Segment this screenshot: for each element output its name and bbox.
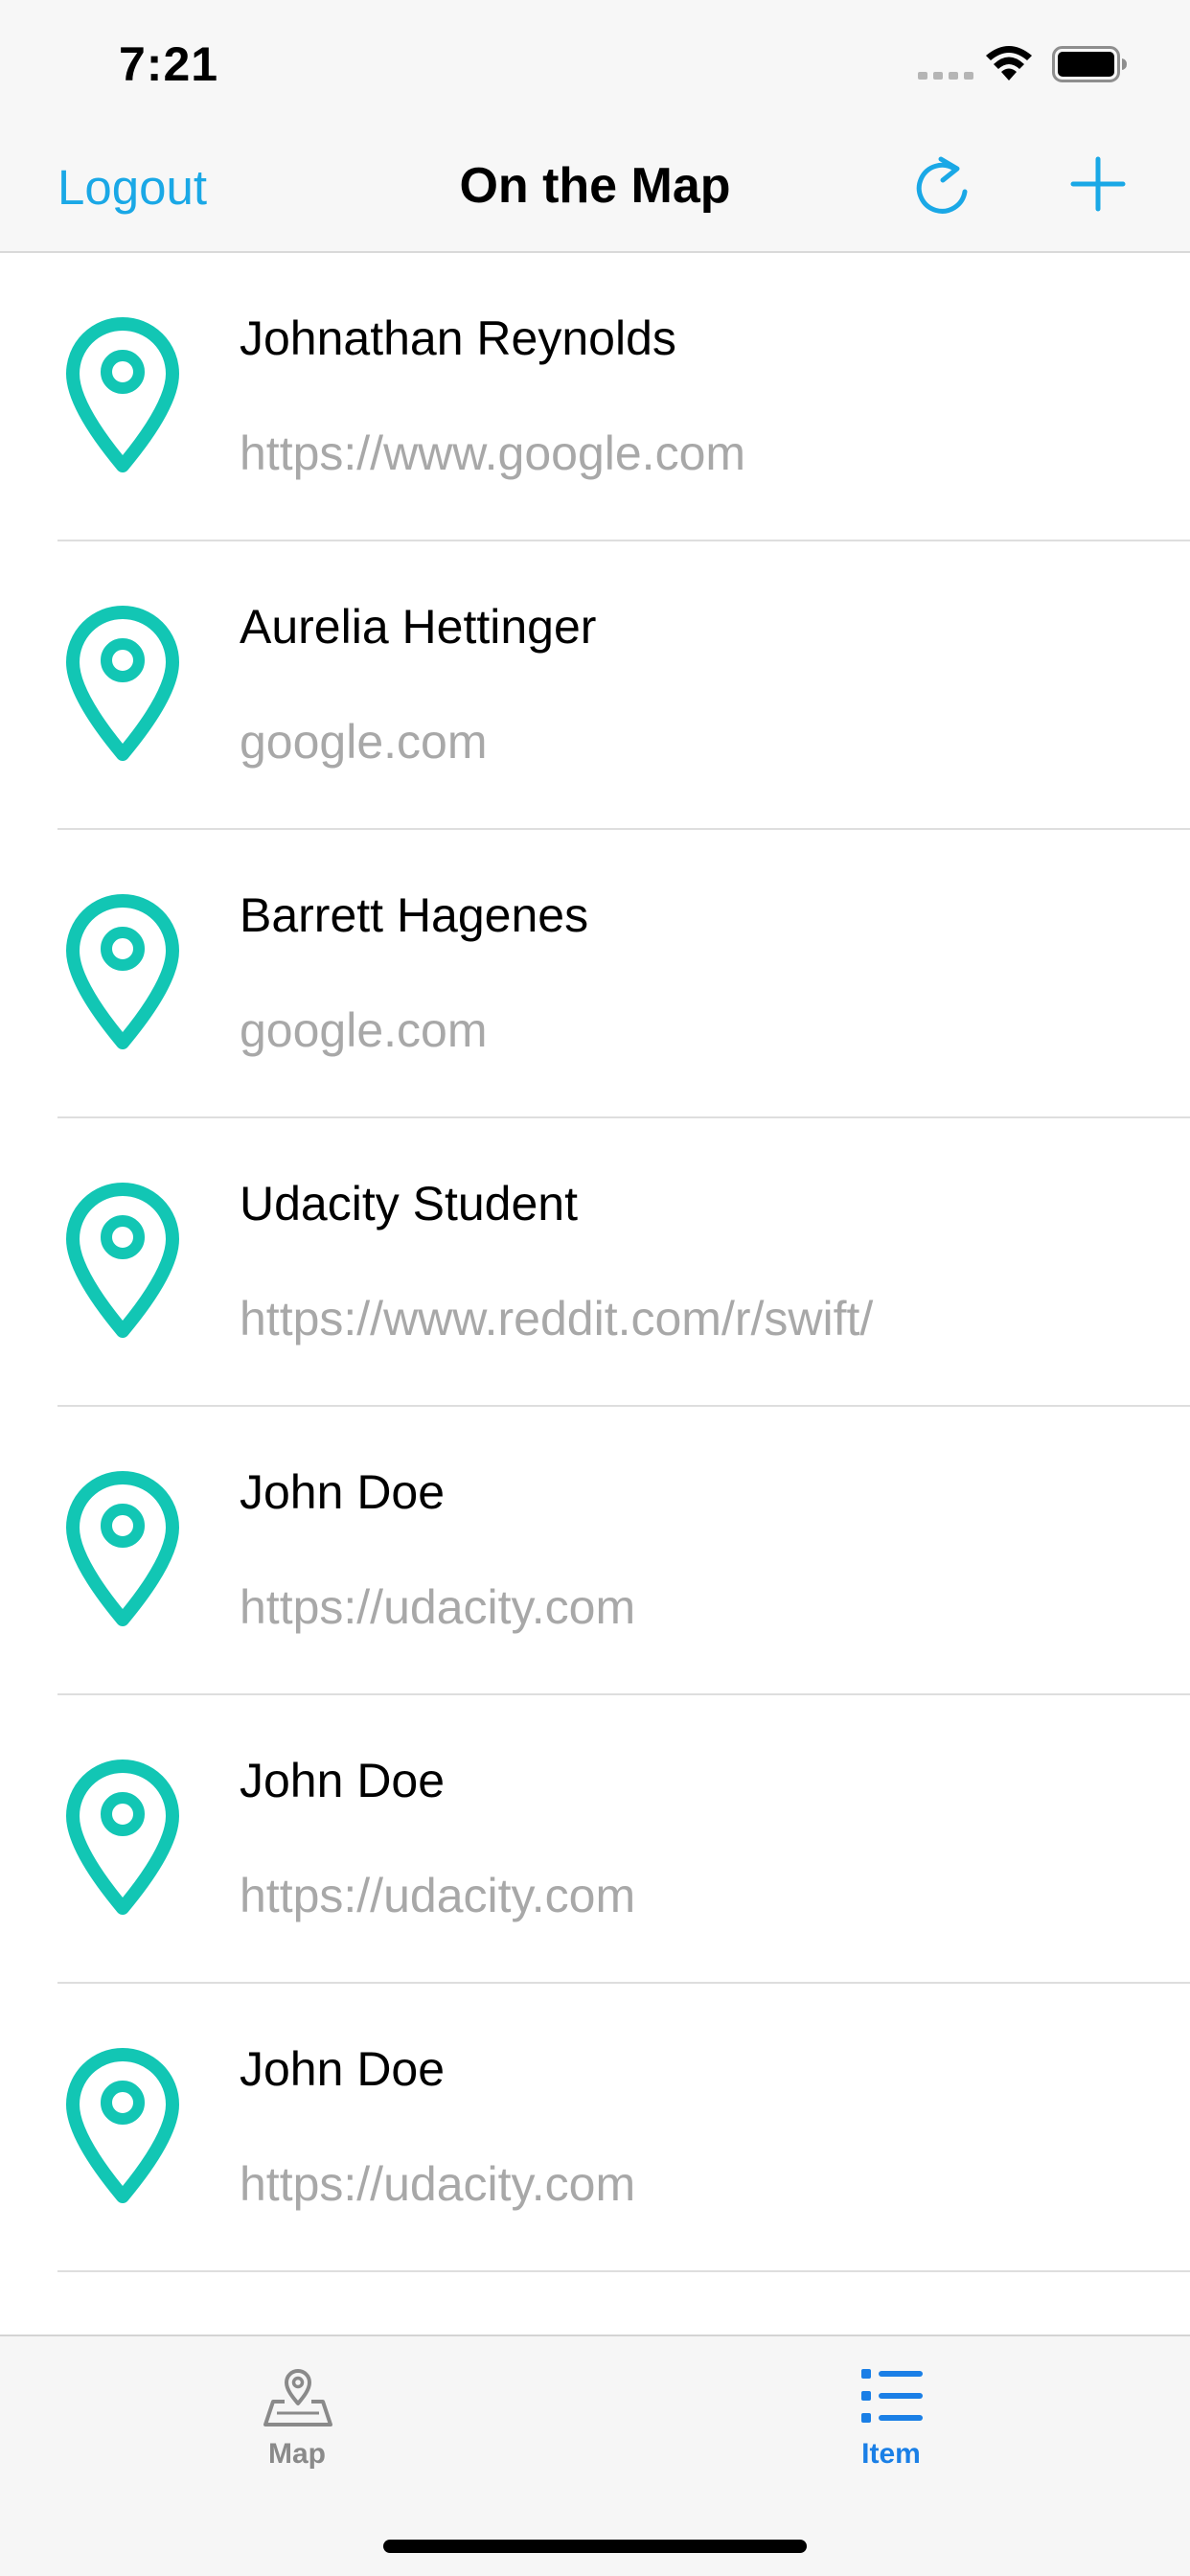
screen: 7:21 Logout On the Map Johnathan Reynold… bbox=[0, 0, 1190, 2576]
student-name: John Doe bbox=[240, 1754, 446, 1807]
student-url: https://udacity.com bbox=[240, 2157, 636, 2211]
location-pin-icon bbox=[66, 606, 179, 761]
list-item[interactable]: Barrett Hagenes google.com bbox=[0, 830, 1190, 1118]
location-pin-icon bbox=[66, 317, 179, 472]
student-name: Barrett Hagenes bbox=[240, 888, 589, 942]
list-item[interactable]: John Doe https://udacity.com bbox=[0, 1984, 1190, 2272]
student-url: google.com bbox=[240, 1003, 488, 1057]
student-name: John Doe bbox=[240, 2042, 446, 2096]
location-pin-icon bbox=[66, 1760, 179, 1915]
location-pin-icon bbox=[66, 894, 179, 1049]
list-item[interactable]: Udacity Student https://www.reddit.com/r… bbox=[0, 1118, 1190, 1407]
tab-item[interactable]: Item bbox=[747, 2352, 1035, 2486]
home-indicator bbox=[383, 2540, 807, 2553]
list-item[interactable]: John Doe https://udacity.com bbox=[0, 1407, 1190, 1695]
list-item[interactable]: Aurelia Hettinger google.com bbox=[0, 541, 1190, 830]
location-pin-icon bbox=[66, 2048, 179, 2203]
student-location-list[interactable]: Johnathan Reynolds https://www.google.co… bbox=[0, 253, 1190, 2334]
student-name: John Doe bbox=[240, 1465, 446, 1519]
list-item[interactable]: John Doe https://udacity.com bbox=[0, 1695, 1190, 1984]
tab-map-label: Map bbox=[268, 2438, 326, 2470]
status-time: 7:21 bbox=[119, 37, 219, 91]
student-name: Udacity Student bbox=[240, 1177, 578, 1230]
battery-icon bbox=[1052, 46, 1127, 82]
location-pin-icon bbox=[66, 1183, 179, 1338]
status-bar: 7:21 bbox=[0, 0, 1190, 126]
student-url: google.com bbox=[240, 715, 488, 769]
tab-map[interactable]: Map bbox=[153, 2352, 441, 2486]
add-location-button[interactable] bbox=[1069, 155, 1127, 213]
tab-item-label: Item bbox=[861, 2438, 921, 2470]
wifi-icon bbox=[986, 46, 1032, 80]
student-url: https://www.google.com bbox=[240, 426, 746, 480]
list-item[interactable]: Johnathan Reynolds https://www.google.co… bbox=[0, 253, 1190, 541]
student-url: https://udacity.com bbox=[240, 1869, 636, 1922]
navigation-bar: Logout On the Map bbox=[0, 126, 1190, 253]
map-icon bbox=[263, 2369, 332, 2426]
logout-button[interactable]: Logout bbox=[57, 159, 207, 216]
student-name: Aurelia Hettinger bbox=[240, 600, 597, 654]
student-name: Johnathan Reynolds bbox=[240, 311, 676, 365]
student-url: https://www.reddit.com/r/swift/ bbox=[240, 1292, 874, 1346]
location-pin-icon bbox=[66, 1471, 179, 1626]
cellular-signal-icon bbox=[918, 72, 973, 80]
refresh-icon[interactable] bbox=[912, 155, 972, 218]
list-icon bbox=[861, 2369, 923, 2423]
student-url: https://udacity.com bbox=[240, 1580, 636, 1634]
